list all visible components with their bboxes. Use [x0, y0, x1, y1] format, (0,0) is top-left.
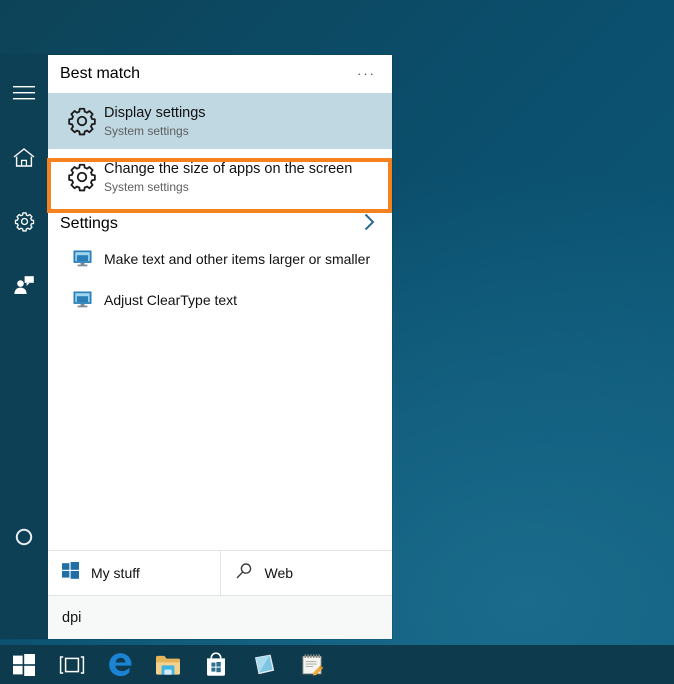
settings-group-label: Settings	[60, 215, 118, 232]
result-text: Display settings System settings	[104, 104, 206, 139]
file-explorer-icon[interactable]	[144, 645, 192, 684]
search-panel: Best match ··· Display settings System s…	[0, 55, 392, 639]
feedback-icon[interactable]	[0, 261, 48, 309]
taskbar	[0, 645, 674, 684]
settings-row-label: Make text and other items larger or smal…	[104, 250, 371, 267]
windows-logo-icon	[62, 562, 79, 584]
ellipsis-icon[interactable]: ···	[355, 64, 378, 84]
result-title: Change the size of apps on the screen	[104, 160, 353, 177]
search-results-body: Best match ··· Display settings System s…	[47, 55, 392, 639]
tab-label: Web	[264, 565, 294, 581]
hamburger-icon[interactable]	[0, 69, 48, 117]
desktop: Best match ··· Display settings System s…	[0, 0, 674, 684]
sticky-notes-icon[interactable]	[240, 645, 288, 684]
notepad-icon[interactable]	[288, 645, 336, 684]
monitor-icon	[60, 291, 104, 308]
microsoft-store-icon[interactable]	[192, 645, 240, 684]
results-spacer	[48, 317, 392, 550]
tab-my-stuff[interactable]: My stuff	[48, 551, 220, 595]
tab-web[interactable]: Web	[219, 551, 393, 595]
result-subtitle: System settings	[104, 123, 189, 138]
best-match-header: Best match ···	[48, 55, 392, 93]
result-text: Change the size of apps on the screen Sy…	[104, 160, 352, 195]
gear-icon	[60, 106, 104, 136]
result-row-display-settings[interactable]: Display settings System settings	[48, 93, 392, 149]
search-rail	[0, 55, 48, 639]
result-subtitle: System settings	[104, 179, 189, 194]
gear-icon[interactable]	[0, 197, 48, 245]
search-box[interactable]	[48, 595, 392, 639]
settings-group-header[interactable]: Settings	[48, 207, 392, 241]
settings-row-label: Adjust ClearType text	[104, 291, 238, 308]
gear-icon	[60, 162, 104, 192]
task-view-icon[interactable]	[48, 645, 96, 684]
monitor-icon	[60, 250, 104, 267]
settings-row-make-text-larger[interactable]: Make text and other items larger or smal…	[48, 241, 392, 276]
edge-icon[interactable]	[96, 645, 144, 684]
result-title: Display settings	[104, 104, 206, 121]
chevron-right-icon[interactable]	[363, 212, 376, 237]
best-match-label: Best match	[60, 65, 141, 82]
search-input[interactable]	[62, 609, 392, 626]
search-icon	[235, 562, 253, 585]
result-row-change-size-of-apps[interactable]: Change the size of apps on the screen Sy…	[48, 149, 392, 205]
settings-row-adjust-cleartype[interactable]: Adjust ClearType text	[48, 282, 392, 317]
cortana-circle-icon[interactable]	[0, 513, 48, 561]
windows-start-icon[interactable]	[0, 645, 48, 684]
home-icon[interactable]	[0, 133, 48, 181]
bottom-tabs: My stuff Web	[48, 550, 392, 595]
tab-label: My stuff	[91, 565, 140, 581]
